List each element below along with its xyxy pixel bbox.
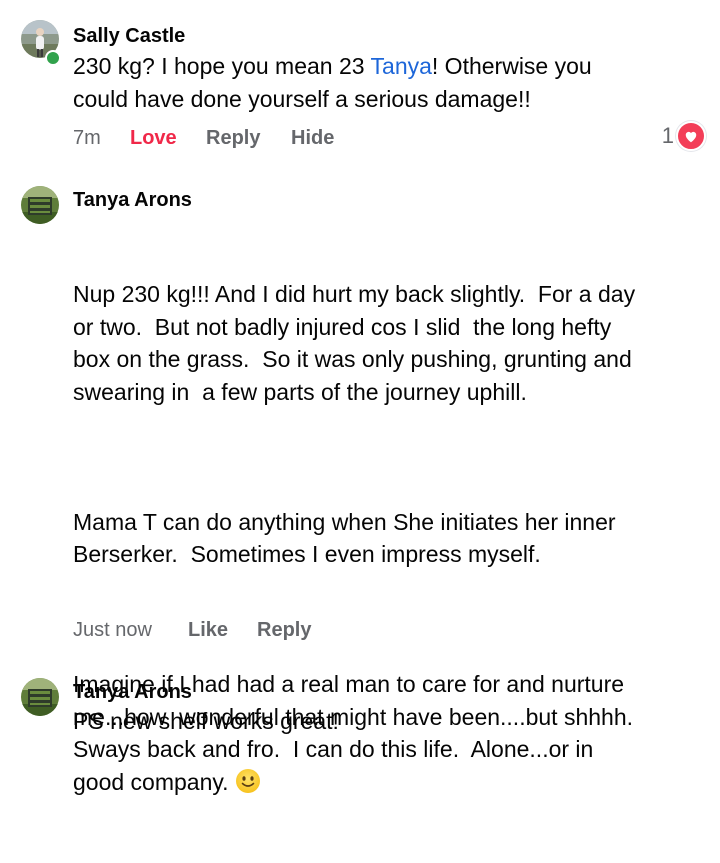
avatar[interactable] — [21, 678, 59, 716]
avatar[interactable] — [21, 186, 59, 224]
comment-timestamp[interactable]: 7m — [73, 126, 130, 150]
comment-text: 230 kg? I hope you mean 23 Tanya! Otherw… — [73, 50, 703, 115]
comment-paragraph: Nup 230 kg!!! And I did hurt my back sli… — [73, 281, 636, 405]
avatar-image — [21, 678, 59, 716]
comment-tanya-arons-2: Tanya Arons PS new shelf works great! — [0, 670, 720, 750]
slightly-smiling-face-emoji — [235, 768, 261, 794]
online-status-dot — [45, 50, 61, 66]
comment-author[interactable]: Sally Castle — [73, 24, 185, 48]
comment-actions: 7m Love Reply Hide — [73, 126, 334, 150]
comment-timestamp[interactable]: Just now — [73, 618, 188, 642]
comment-paragraph: Mama T can do anything when She initiate… — [73, 508, 616, 568]
heart-icon — [676, 121, 706, 151]
mention-link[interactable]: Tanya — [371, 53, 432, 79]
comment-sally-castle: Sally Castle 230 kg? I hope you mean 23 … — [0, 0, 720, 170]
love-button[interactable]: Love — [130, 126, 206, 150]
reaction-count: 1 — [661, 123, 674, 148]
comment-tanya-arons-1: Tanya Arons Nup 230 kg!!! And I did hurt… — [0, 170, 720, 795]
comment-text-part: 230 kg? I hope you mean 23 — [73, 53, 371, 79]
avatar-image — [21, 186, 59, 224]
comment-author[interactable]: Tanya Arons — [73, 188, 192, 212]
like-button[interactable]: Like — [188, 618, 257, 642]
reply-button[interactable]: Reply — [206, 126, 291, 150]
comment-author[interactable]: Tanya Arons — [73, 680, 192, 704]
reply-button[interactable]: Reply — [257, 618, 311, 642]
hide-button[interactable]: Hide — [291, 126, 334, 150]
comment-actions: Just now Like Reply — [73, 618, 311, 642]
comment-text: Nup 230 kg!!! And I did hurt my back sli… — [73, 213, 703, 863]
comment-text: PS new shelf works great! — [73, 708, 339, 734]
reaction-summary[interactable]: 1 — [662, 121, 706, 151]
